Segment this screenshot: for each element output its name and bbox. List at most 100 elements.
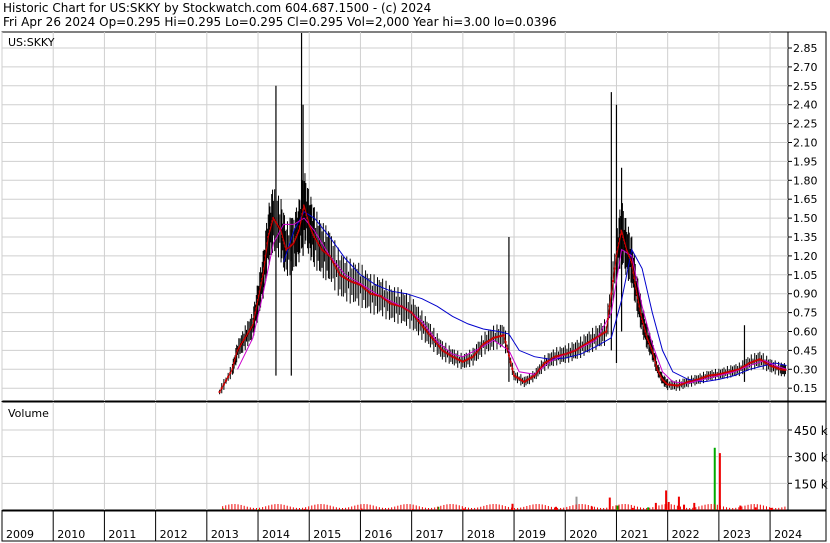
volume-bar bbox=[262, 507, 264, 510]
volume-bar bbox=[643, 507, 645, 510]
volume-bar bbox=[590, 505, 592, 510]
volume-bar bbox=[569, 506, 571, 510]
year-tick-label: 2023 bbox=[723, 528, 751, 541]
volume-bar bbox=[741, 506, 743, 510]
volume-bar bbox=[612, 506, 614, 510]
volume-bar bbox=[372, 505, 374, 510]
price-tick-label: 1.20 bbox=[793, 250, 818, 263]
volume-bar bbox=[292, 507, 294, 510]
volume-bar bbox=[658, 505, 660, 510]
volume-bar bbox=[369, 504, 371, 510]
volume-bar bbox=[231, 504, 233, 510]
volume-bar bbox=[351, 506, 353, 510]
volume-bar bbox=[633, 505, 635, 510]
volume-bar bbox=[335, 507, 337, 510]
volume-bar bbox=[510, 507, 512, 510]
volume-bar bbox=[606, 507, 608, 510]
volume-bar bbox=[378, 507, 380, 510]
volume-tick-label: 450 k bbox=[794, 424, 828, 438]
volume-bar bbox=[428, 507, 430, 510]
volume-bar bbox=[616, 505, 619, 510]
volume-bar bbox=[677, 496, 680, 510]
volume-bar bbox=[403, 504, 405, 510]
volume-bar bbox=[673, 504, 675, 510]
volume-bar bbox=[434, 507, 436, 510]
volume-bar bbox=[391, 507, 393, 510]
volume-bar bbox=[252, 507, 254, 510]
volume-bar bbox=[553, 507, 555, 510]
volume-bar bbox=[698, 506, 700, 510]
volume-tick-label: 300 k bbox=[794, 451, 828, 465]
volume-bar bbox=[563, 507, 565, 510]
volume-bar bbox=[394, 506, 396, 510]
volume-bar bbox=[754, 507, 757, 510]
volume-bar bbox=[461, 506, 463, 510]
year-tick-label: 2014 bbox=[262, 528, 290, 541]
volume-bar bbox=[693, 502, 696, 510]
volume-bar bbox=[555, 506, 558, 510]
volume-bar bbox=[452, 504, 454, 510]
volume-bar bbox=[314, 504, 316, 510]
volume-bar bbox=[326, 504, 328, 510]
volume-bar bbox=[237, 504, 239, 510]
volume-bar bbox=[670, 504, 672, 510]
volume-bar bbox=[249, 507, 251, 510]
price-tick-label: 2.25 bbox=[793, 118, 818, 131]
volume-bar bbox=[676, 505, 678, 510]
volume-bar bbox=[532, 504, 534, 510]
volume-bar bbox=[360, 504, 362, 510]
volume-bar bbox=[581, 504, 583, 510]
volume-bar bbox=[320, 504, 322, 510]
volume-bar bbox=[713, 447, 716, 510]
volume-bar bbox=[547, 505, 549, 510]
volume-bar bbox=[415, 505, 417, 510]
volume-bar bbox=[421, 507, 423, 510]
price-tick-label: 1.80 bbox=[793, 174, 818, 187]
volume-bar bbox=[593, 506, 595, 510]
volume-bar bbox=[781, 507, 783, 510]
year-tick-label: 2011 bbox=[108, 528, 136, 541]
volume-bar bbox=[541, 504, 543, 510]
volume-bar bbox=[679, 506, 681, 510]
price-tick-label: 1.05 bbox=[793, 269, 818, 282]
volume-bar bbox=[655, 506, 657, 510]
volume-bar bbox=[305, 507, 307, 510]
volume-bar bbox=[636, 506, 638, 510]
volume-bar bbox=[348, 507, 350, 510]
volume-bar bbox=[363, 504, 365, 510]
volume-bar bbox=[431, 507, 433, 510]
volume-bar bbox=[603, 507, 605, 510]
volume-bar bbox=[716, 504, 718, 510]
volume-bar bbox=[732, 507, 734, 510]
volume-bar bbox=[298, 507, 300, 510]
volume-bar bbox=[704, 504, 706, 510]
volume-bar bbox=[332, 506, 334, 510]
volume-bar bbox=[722, 506, 724, 510]
volume-bar bbox=[647, 507, 650, 510]
volume-bar bbox=[418, 506, 420, 510]
volume-bar bbox=[600, 507, 602, 510]
volume-bar bbox=[440, 505, 442, 510]
year-tick-label: 2021 bbox=[620, 528, 648, 541]
volume-bar bbox=[462, 508, 465, 510]
price-tick-label: 0.60 bbox=[793, 326, 818, 339]
volume-bar bbox=[283, 504, 285, 510]
volume-bar bbox=[609, 507, 611, 510]
stock-chart: 2.85 2.70 2.55 2.40 2.25 2.10 1.95 1.80 1.65 1.50… bbox=[1, 31, 828, 542]
volume-bar bbox=[271, 504, 273, 510]
volume-bar bbox=[652, 507, 654, 510]
volume-bar bbox=[744, 505, 746, 510]
volume-bar bbox=[342, 508, 344, 510]
volume-bar bbox=[618, 504, 620, 510]
volume-bar bbox=[631, 507, 634, 510]
price-tick-label: 0.45 bbox=[793, 344, 818, 357]
volume-bar bbox=[289, 506, 291, 510]
volume-bar bbox=[769, 507, 771, 510]
year-tick-label: 2022 bbox=[672, 528, 700, 541]
volume-axis-ticks: 450 k 300 k 150 k bbox=[788, 424, 828, 491]
volume-bar bbox=[661, 504, 663, 510]
volume-bar bbox=[357, 504, 359, 510]
volume-bar bbox=[683, 507, 685, 510]
volume-bar bbox=[587, 505, 589, 510]
volume-bar bbox=[664, 504, 666, 510]
